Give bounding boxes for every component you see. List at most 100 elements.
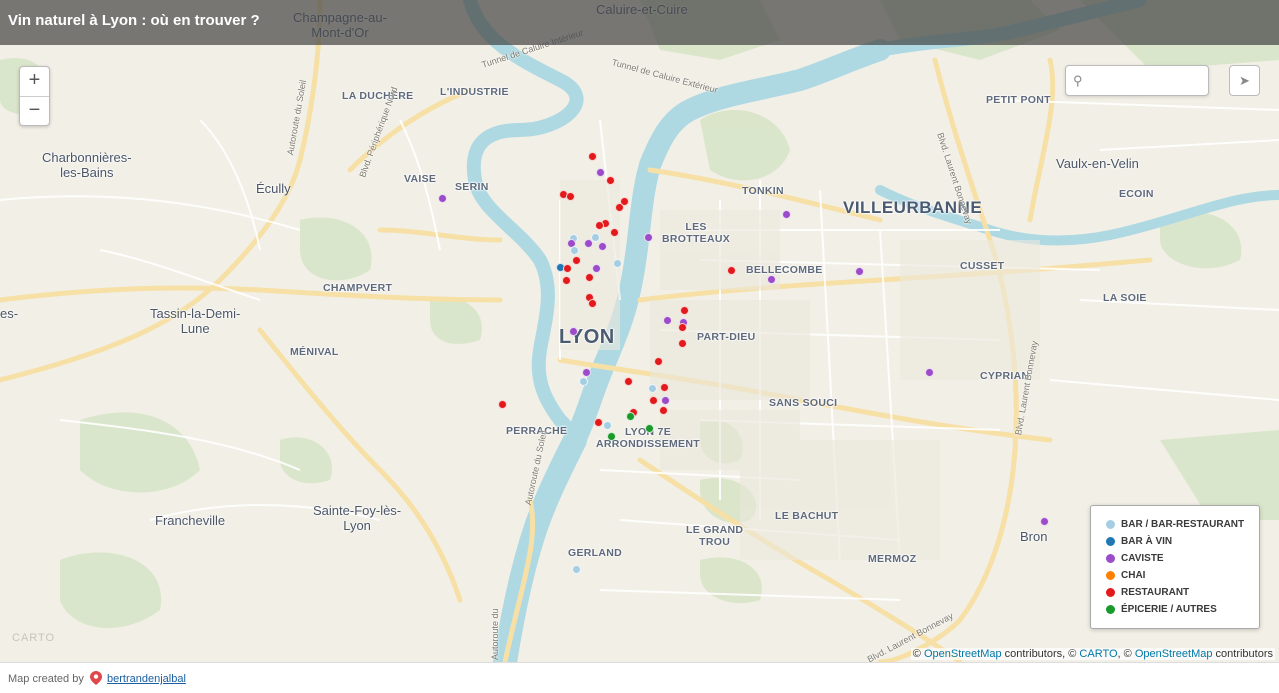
venue-marker[interactable]	[587, 298, 597, 308]
venue-marker[interactable]	[581, 367, 591, 377]
venue-marker[interactable]	[653, 356, 663, 366]
legend-label: BAR / BAR-RESTAURANT	[1121, 519, 1245, 530]
place-label: LE BACHUT	[775, 510, 839, 522]
legend-label: RESTAURANT	[1121, 587, 1190, 598]
venue-marker[interactable]	[612, 258, 622, 268]
title-bar: Vin naturel à Lyon : où en trouver ?	[0, 0, 1279, 45]
venue-marker[interactable]	[437, 193, 447, 203]
venue-marker[interactable]	[662, 315, 672, 325]
zoom-control: + −	[19, 66, 50, 126]
venue-marker[interactable]	[561, 275, 571, 285]
legend-dot-icon	[1106, 554, 1115, 563]
place-label: Francheville	[155, 513, 226, 528]
venue-marker[interactable]	[568, 326, 578, 336]
legend-item: ÉPICERIE / AUTRES	[1106, 601, 1259, 618]
venue-marker[interactable]	[677, 322, 687, 332]
venue-marker[interactable]	[593, 417, 603, 427]
carto-link[interactable]: CARTO	[1079, 648, 1117, 660]
place-label: L'INDUSTRIE	[440, 86, 509, 98]
place-label: PETIT PONT	[986, 94, 1051, 106]
venue-marker[interactable]	[583, 238, 593, 248]
map-title: Vin naturel à Lyon : où en trouver ?	[8, 12, 260, 29]
venue-marker[interactable]	[562, 263, 572, 273]
zoom-out-button[interactable]: −	[20, 97, 49, 126]
venue-marker[interactable]	[594, 220, 604, 230]
legend-label: ÉPICERIE / AUTRES	[1121, 604, 1217, 615]
venue-marker[interactable]	[606, 431, 616, 441]
venue-marker[interactable]	[648, 395, 658, 405]
search-box[interactable]: ⚲	[1065, 65, 1209, 96]
carto-watermark: CARTO	[12, 632, 56, 644]
place-label: TONKIN	[742, 185, 784, 197]
place-label: MERMOZ	[868, 553, 917, 565]
venue-marker[interactable]	[565, 191, 575, 201]
place-label: GERLAND	[568, 547, 623, 559]
legend-item: CAVISTE	[1106, 550, 1259, 567]
place-label: MÉNIVAL	[290, 346, 339, 358]
legend-item: BAR / BAR-RESTAURANT	[1106, 516, 1259, 533]
place-label: Bron	[1020, 529, 1048, 544]
navigation-arrow-icon: ➤	[1239, 73, 1250, 88]
place-label: LYON	[559, 326, 615, 348]
legend-dot-icon	[1106, 537, 1115, 546]
search-input[interactable]	[1090, 69, 1206, 92]
venue-marker[interactable]	[643, 232, 653, 242]
place-label: Tassin-la-Demi- Lune	[150, 306, 241, 336]
place-label: Vaulx-en-Velin	[1056, 156, 1139, 171]
venue-marker[interactable]	[644, 423, 654, 433]
place-label: VAISE	[404, 173, 437, 185]
place-label: LA SOIE	[1103, 292, 1147, 304]
legend-label: BAR À VIN	[1121, 536, 1173, 547]
venue-marker[interactable]	[609, 227, 619, 237]
map-pin-icon	[90, 671, 102, 685]
venue-marker[interactable]	[647, 383, 657, 393]
venue-marker[interactable]	[605, 175, 615, 185]
venue-marker[interactable]	[614, 202, 624, 212]
venue-marker[interactable]	[578, 376, 588, 386]
venue-marker[interactable]	[571, 255, 581, 265]
legend-dot-icon	[1106, 571, 1115, 580]
venue-marker[interactable]	[623, 376, 633, 386]
venue-marker[interactable]	[658, 405, 668, 415]
legend-item: CHAI	[1106, 567, 1259, 584]
place-label: BELLECOMBE	[746, 264, 823, 276]
venue-marker[interactable]	[660, 395, 670, 405]
place-label: LE GRAND TROU	[686, 524, 744, 548]
venue-marker[interactable]	[766, 274, 776, 284]
zoom-in-button[interactable]: +	[20, 67, 49, 97]
venue-marker[interactable]	[924, 367, 934, 377]
venue-marker[interactable]	[571, 564, 581, 574]
venue-marker[interactable]	[602, 420, 612, 430]
venue-marker[interactable]	[584, 272, 594, 282]
venue-marker[interactable]	[781, 209, 791, 219]
author-link[interactable]: bertrandenjalbal	[107, 673, 186, 685]
map[interactable]: Caluire-et-CuireChampagne-au- Mont-d'OrL…	[0, 0, 1279, 662]
venue-marker[interactable]	[625, 411, 635, 421]
venue-marker[interactable]	[595, 167, 605, 177]
venue-marker[interactable]	[569, 245, 579, 255]
venue-marker[interactable]	[659, 382, 669, 392]
legend: BAR / BAR-RESTAURANT BAR À VIN CAVISTE CHAI…	[1090, 505, 1260, 629]
place-label: SANS SOUCI	[769, 397, 838, 409]
venue-marker[interactable]	[854, 266, 864, 276]
venue-marker[interactable]	[587, 151, 597, 161]
venue-marker[interactable]	[591, 263, 601, 273]
place-label: CHAMPVERT	[323, 282, 393, 294]
place-label: es-	[0, 306, 19, 321]
legend-dot-icon	[1106, 588, 1115, 597]
venue-marker[interactable]	[1039, 516, 1049, 526]
venue-marker[interactable]	[497, 399, 507, 409]
venue-marker[interactable]	[679, 305, 689, 315]
venue-marker[interactable]	[726, 265, 736, 275]
created-by-label: Map created by	[8, 673, 84, 685]
attribution: © OpenStreetMap contributors, © CARTO, ©…	[910, 648, 1275, 660]
legend-dot-icon	[1106, 605, 1115, 614]
legend-item: BAR À VIN	[1106, 533, 1259, 550]
osm-link-2[interactable]: OpenStreetMap	[1135, 648, 1213, 660]
venue-marker[interactable]	[597, 241, 607, 251]
locate-button[interactable]: ➤	[1229, 65, 1260, 96]
venue-marker[interactable]	[677, 338, 687, 348]
osm-link[interactable]: OpenStreetMap	[924, 648, 1002, 660]
place-label: Écully	[256, 181, 291, 196]
search-icon: ⚲	[1073, 73, 1083, 88]
